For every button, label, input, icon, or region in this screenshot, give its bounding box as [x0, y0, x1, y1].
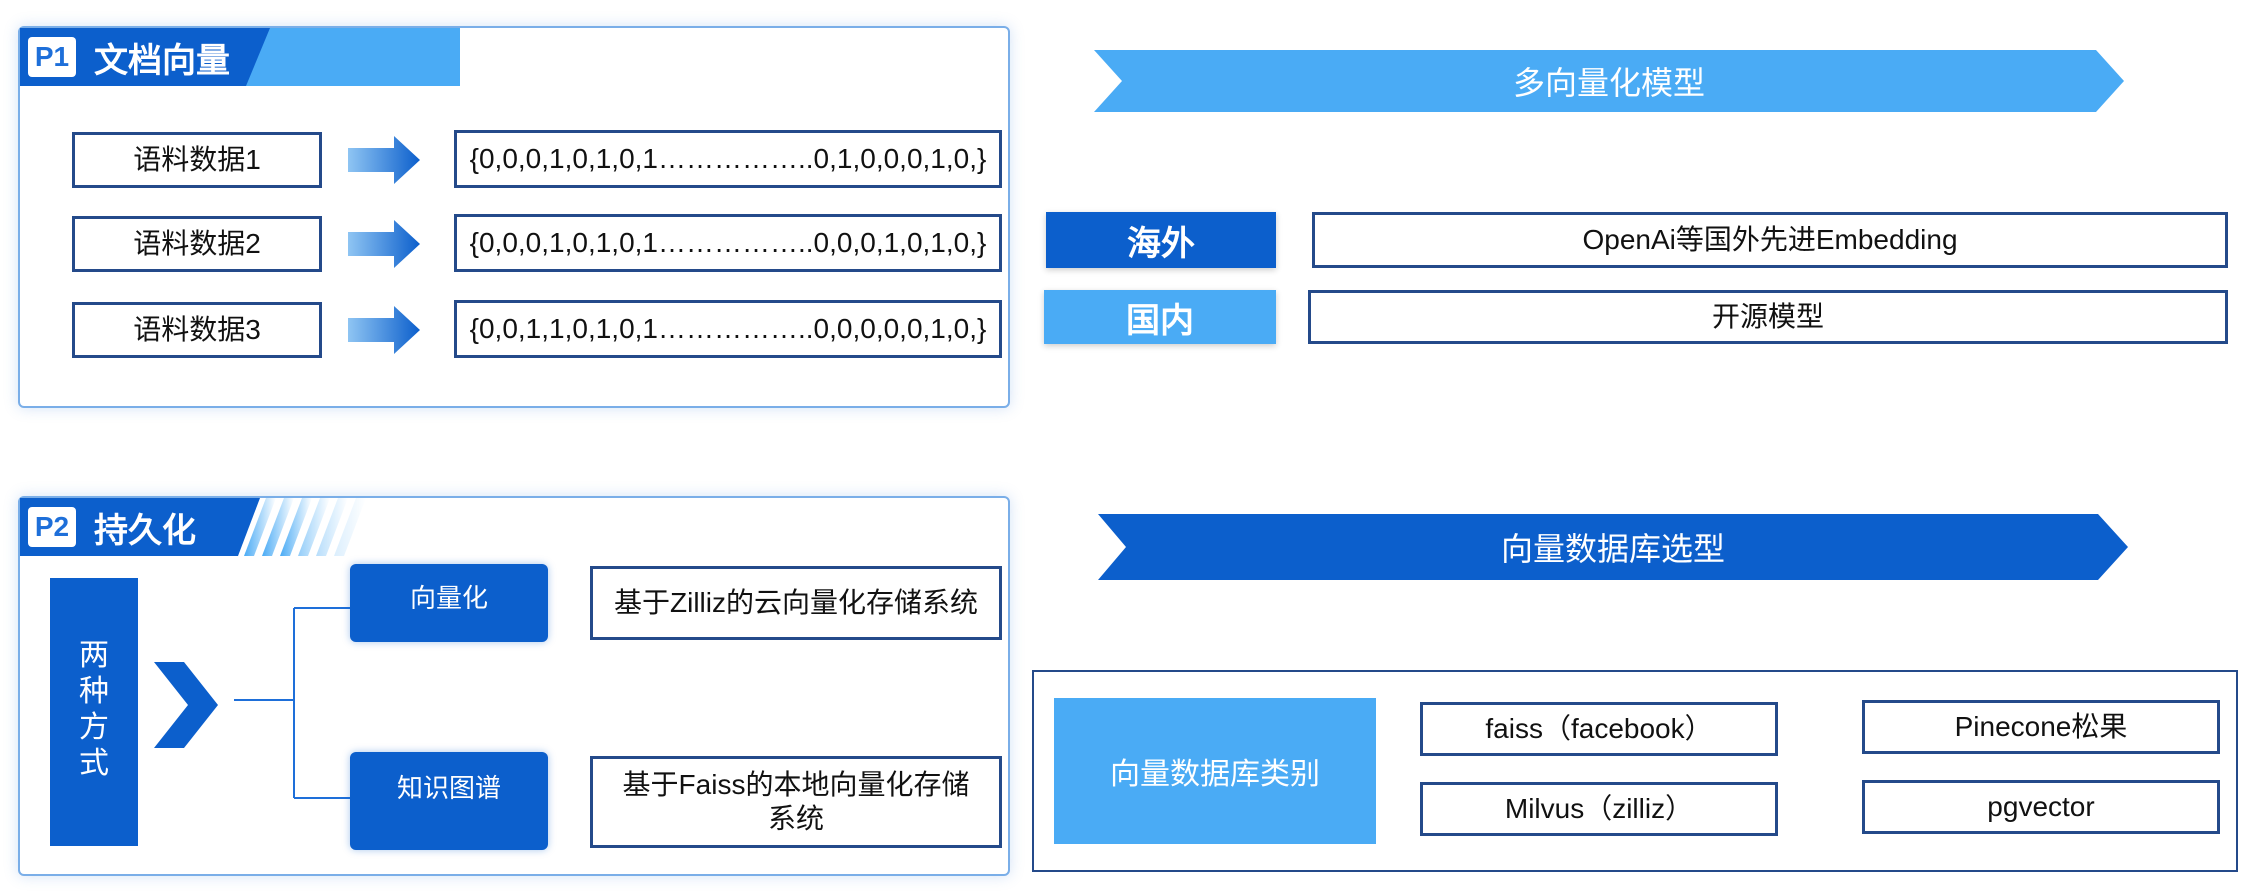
db-item-faiss: faiss（facebook） [1420, 702, 1778, 756]
vector-box-2: {0,0,0,1,0,1,0,1……………..0,0,0,1,0,1,0,} [454, 214, 1002, 272]
chevron-right-icon [154, 662, 218, 748]
p2-badge: P2 [28, 507, 76, 547]
knowledge-graph-node: 知识图谱 [350, 752, 548, 850]
corpus-box-2: 语料数据2 [72, 216, 322, 272]
domestic-tag: 国内 [1044, 290, 1276, 344]
corpus-box-1: 语料数据1 [72, 132, 322, 188]
p1-title: 文档向量 [94, 41, 230, 80]
overseas-model-box: OpenAi等国外先进Embedding [1312, 212, 2228, 268]
vector-box-1: {0,0,0,1,0,1,0,1……………..0,1,0,0,0,1,0,} [454, 130, 1002, 188]
overseas-tag: 海外 [1046, 212, 1276, 268]
multi-model-banner: 多向量化模型 [1512, 65, 1705, 101]
db-item-pinecone: Pinecone松果 [1862, 700, 2220, 754]
corpus-box-3: 语料数据3 [72, 302, 322, 358]
method-side-label: 两种方式 [79, 639, 109, 780]
db-item-pgvector: pgvector [1862, 780, 2220, 834]
faiss-storage-box: 基于Faiss的本地向量化存储系统 [590, 756, 1002, 848]
p2-header: P2 持久化 [20, 506, 196, 550]
p1-badge: P1 [28, 37, 76, 77]
zilliz-storage-box: 基于Zilliz的云向量化存储系统 [590, 566, 1002, 640]
vector-db-banner: 向量数据库选型 [1500, 531, 1725, 567]
p2-title: 持久化 [94, 511, 196, 550]
db-item-milvus: Milvus（zilliz） [1420, 782, 1778, 836]
p2-panel: P2 持久化 两种方式 向量化 知识图谱 基于Zilliz的云向量化存储系统 基… [18, 496, 1010, 876]
vectorization-node: 向量化 [350, 564, 548, 642]
p1-header: P1 文档向量 [20, 36, 230, 80]
vector-db-category: 向量数据库类别 [1054, 698, 1376, 844]
vector-box-3: {0,0,1,1,0,1,0,1……………..0,0,0,0,0,1,0,} [454, 300, 1002, 358]
right-arrow-icon [348, 220, 420, 268]
domestic-model-box: 开源模型 [1308, 290, 2228, 344]
p1-panel: P1 文档向量 语料数据1 {0,0,0,1,0,1,0,1……………..0,1… [18, 26, 1010, 408]
right-arrow-icon [348, 136, 420, 184]
branch-connector [234, 602, 366, 804]
right-arrow-icon [348, 306, 420, 354]
